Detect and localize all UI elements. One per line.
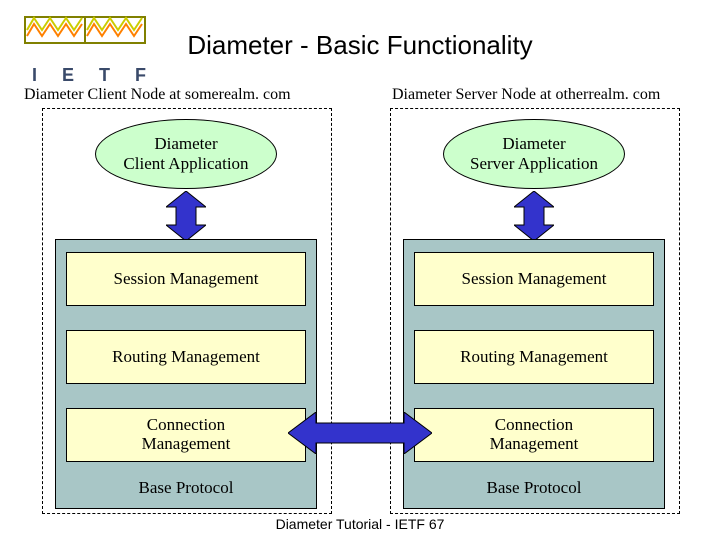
server-application-label: DiameterServer Application: [470, 134, 598, 173]
double-arrow-vertical-icon: [514, 191, 554, 241]
client-application-label: DiameterClient Application: [123, 134, 248, 173]
client-session-management-layer: Session Management: [66, 252, 306, 306]
client-column-header: Diameter Client Node at somerealm. com: [24, 86, 291, 104]
layer-label: Routing Management: [460, 348, 608, 367]
server-base-protocol-stack: Session Management Routing Management Co…: [403, 239, 665, 509]
double-arrow-horizontal-icon: [288, 412, 432, 454]
layer-label: Session Management: [462, 270, 607, 289]
slide-footer: Diameter Tutorial - IETF 67: [0, 516, 720, 532]
client-base-protocol-stack: Session Management Routing Management Co…: [55, 239, 317, 509]
server-application-ellipse: DiameterServer Application: [443, 119, 625, 189]
server-routing-management-layer: Routing Management: [414, 330, 654, 384]
slide-title: Diameter - Basic Functionality: [0, 30, 720, 61]
server-session-management-layer: Session Management: [414, 252, 654, 306]
layer-label: Session Management: [114, 270, 259, 289]
client-base-protocol-label: Base Protocol: [56, 478, 316, 498]
double-arrow-vertical-icon: [166, 191, 206, 241]
client-application-ellipse: DiameterClient Application: [95, 119, 277, 189]
layer-label: ConnectionManagement: [142, 416, 231, 453]
server-column-header: Diameter Server Node at otherrealm. com: [392, 86, 660, 104]
server-base-protocol-label: Base Protocol: [404, 478, 664, 498]
layer-label: ConnectionManagement: [490, 416, 579, 453]
client-routing-management-layer: Routing Management: [66, 330, 306, 384]
server-node-box: DiameterServer Application Session Manag…: [390, 108, 680, 514]
slide: I E T F Diameter - Basic Functionality D…: [0, 0, 720, 540]
layer-label: Routing Management: [112, 348, 260, 367]
ietf-logo-text: I E T F: [22, 65, 156, 86]
server-connection-management-layer: ConnectionManagement: [414, 408, 654, 462]
client-connection-management-layer: ConnectionManagement: [66, 408, 306, 462]
